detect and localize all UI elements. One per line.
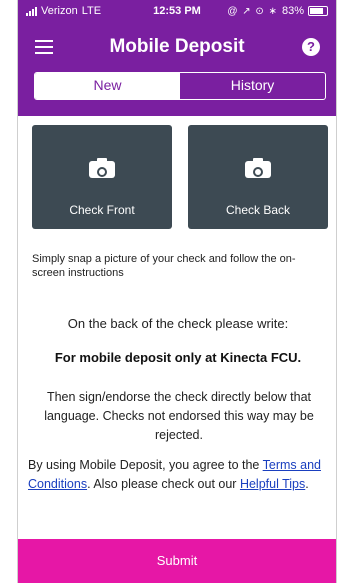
tab-switcher: New History xyxy=(34,72,326,100)
agreement-text: By using Mobile Deposit, you agree to th… xyxy=(28,456,326,494)
check-capture-row: Check Front Check Back xyxy=(32,125,328,229)
check-front-label: Check Front xyxy=(69,203,135,217)
helpful-tips-link[interactable]: Helpful Tips xyxy=(240,477,305,491)
endorse-instructions: Then sign/endorse the check directly bel… xyxy=(44,390,314,442)
check-front-button[interactable]: Check Front xyxy=(32,125,172,229)
battery-percent: 83% xyxy=(281,5,304,17)
battery-level-fill xyxy=(310,8,324,14)
phone-screen: Verizon LTE 12:53 PM @ ↗ ⊙ ∗ 83% Mobile … xyxy=(17,0,337,583)
battery-icon xyxy=(308,6,328,16)
endorsement-statement: For mobile deposit only at Kinecta FCU. xyxy=(54,350,302,365)
back-of-check-heading: On the back of the check please write: xyxy=(67,316,289,331)
camera-icon xyxy=(89,158,115,178)
check-back-button[interactable]: Check Back xyxy=(188,125,328,229)
tab-new[interactable]: New xyxy=(35,73,180,99)
status-indicator-icons: @ ↗ ⊙ ∗ xyxy=(227,5,278,17)
status-bar: Verizon LTE 12:53 PM @ ↗ ⊙ ∗ 83% xyxy=(18,0,336,22)
agreement-middle: . Also please check out our xyxy=(87,477,240,491)
submit-button[interactable]: Submit xyxy=(18,539,336,583)
title-bar: Mobile Deposit ? xyxy=(18,28,336,68)
camera-icon xyxy=(245,158,271,178)
app-header: Verizon LTE 12:53 PM @ ↗ ⊙ ∗ 83% Mobile … xyxy=(18,0,336,116)
status-right: @ ↗ ⊙ ∗ 83% xyxy=(227,5,328,17)
agreement-prefix: By using Mobile Deposit, you agree to th… xyxy=(28,458,263,472)
page-title: Mobile Deposit xyxy=(109,36,245,57)
agreement-suffix: . xyxy=(305,477,309,491)
snap-instructions: Simply snap a picture of your check and … xyxy=(32,253,296,279)
check-back-label: Check Back xyxy=(225,203,291,217)
help-question-icon[interactable]: ? xyxy=(302,38,320,56)
tab-history[interactable]: History xyxy=(180,73,325,99)
